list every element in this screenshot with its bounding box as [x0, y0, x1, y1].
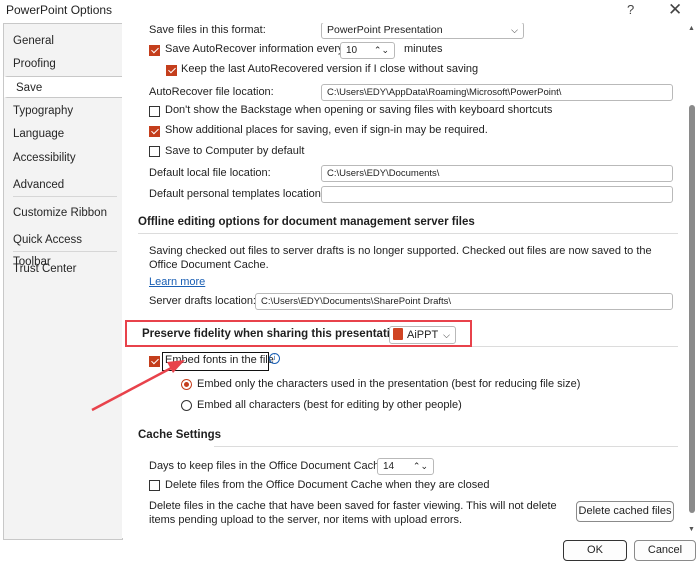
arrow-head-icon — [167, 360, 185, 373]
ok-button[interactable]: OK — [563, 540, 627, 561]
annotation-arrow — [91, 360, 185, 412]
cancel-button[interactable]: Cancel — [634, 540, 696, 561]
arrow-shaft — [91, 364, 176, 412]
